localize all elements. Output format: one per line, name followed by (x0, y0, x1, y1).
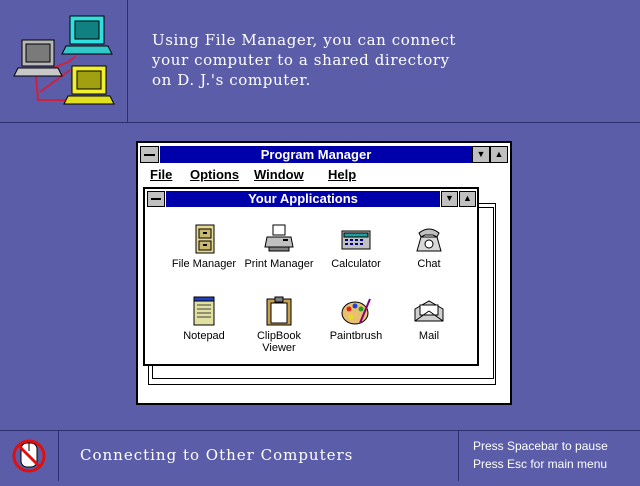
group-control-menu-box[interactable] (147, 191, 165, 207)
network-computers-icon (0, 0, 128, 122)
file-manager-icon (195, 224, 215, 254)
message-line-1: Using File Manager, you can connect (152, 31, 457, 49)
menu-help[interactable]: Help (328, 167, 356, 182)
minimize-button[interactable]: ▼ (472, 146, 490, 163)
lesson-header: Using File Manager, you can connect your… (0, 0, 640, 123)
your-applications-titlebar[interactable]: Your Applications (166, 191, 440, 207)
app-clipbook-viewer[interactable]: ClipBook Viewer (242, 295, 316, 354)
menu-options[interactable]: Options (190, 167, 239, 182)
notepad-icon (193, 296, 215, 326)
app-label: Mail (418, 330, 440, 342)
print-manager-icon (264, 224, 294, 252)
app-print-manager[interactable]: Print Manager (242, 223, 316, 270)
lesson-footer: Connecting to Other Computers Press Spac… (0, 430, 640, 481)
your-applications-window[interactable]: Your Applications ▼ ▲ File Manager Print… (143, 187, 479, 366)
menu-file[interactable]: File (150, 167, 172, 182)
no-mouse-icon (0, 431, 59, 481)
control-menu-box[interactable] (140, 146, 159, 163)
chat-icon (416, 228, 442, 252)
your-applications-title: Your Applications (248, 191, 358, 206)
app-chat[interactable]: Chat (392, 223, 466, 270)
group-maximize-button[interactable]: ▲ (459, 191, 476, 207)
hint-main-menu: Press Esc for main menu (473, 457, 608, 471)
maximize-button[interactable]: ▲ (490, 146, 508, 163)
app-notepad[interactable]: Notepad (167, 295, 241, 342)
lesson-title: Connecting to Other Computers (80, 446, 354, 464)
app-label: ClipBook Viewer (256, 330, 302, 354)
calculator-icon (341, 230, 371, 250)
group-minimize-button[interactable]: ▼ (441, 191, 458, 207)
app-mail[interactable]: Mail (392, 295, 466, 342)
app-file-manager[interactable]: File Manager (167, 223, 241, 270)
app-label: File Manager (171, 258, 237, 270)
program-manager-titlebar[interactable]: Program Manager (160, 146, 472, 163)
app-label: Calculator (331, 258, 381, 270)
keyboard-hints: Press Spacebar to pause Press Esc for ma… (458, 431, 640, 481)
lesson-message: Using File Manager, you can connect your… (152, 30, 622, 90)
app-label: Print Manager (244, 258, 314, 270)
mail-icon (414, 300, 444, 322)
clipbook-viewer-icon (266, 296, 292, 326)
menu-bar: File Options Window Help (142, 165, 506, 185)
hint-pause: Press Spacebar to pause (473, 439, 608, 453)
menu-window[interactable]: Window (254, 167, 304, 182)
paintbrush-icon (341, 298, 371, 325)
app-paintbrush[interactable]: Paintbrush (319, 295, 393, 342)
app-calculator[interactable]: Calculator (319, 223, 393, 270)
app-label: Paintbrush (329, 330, 383, 342)
program-manager-title: Program Manager (260, 147, 372, 162)
message-line-3: on D. J.'s computer. (152, 71, 311, 89)
message-line-2: your computer to a shared directory (152, 51, 450, 69)
app-label: Notepad (183, 330, 225, 342)
app-label: Chat (417, 258, 441, 270)
